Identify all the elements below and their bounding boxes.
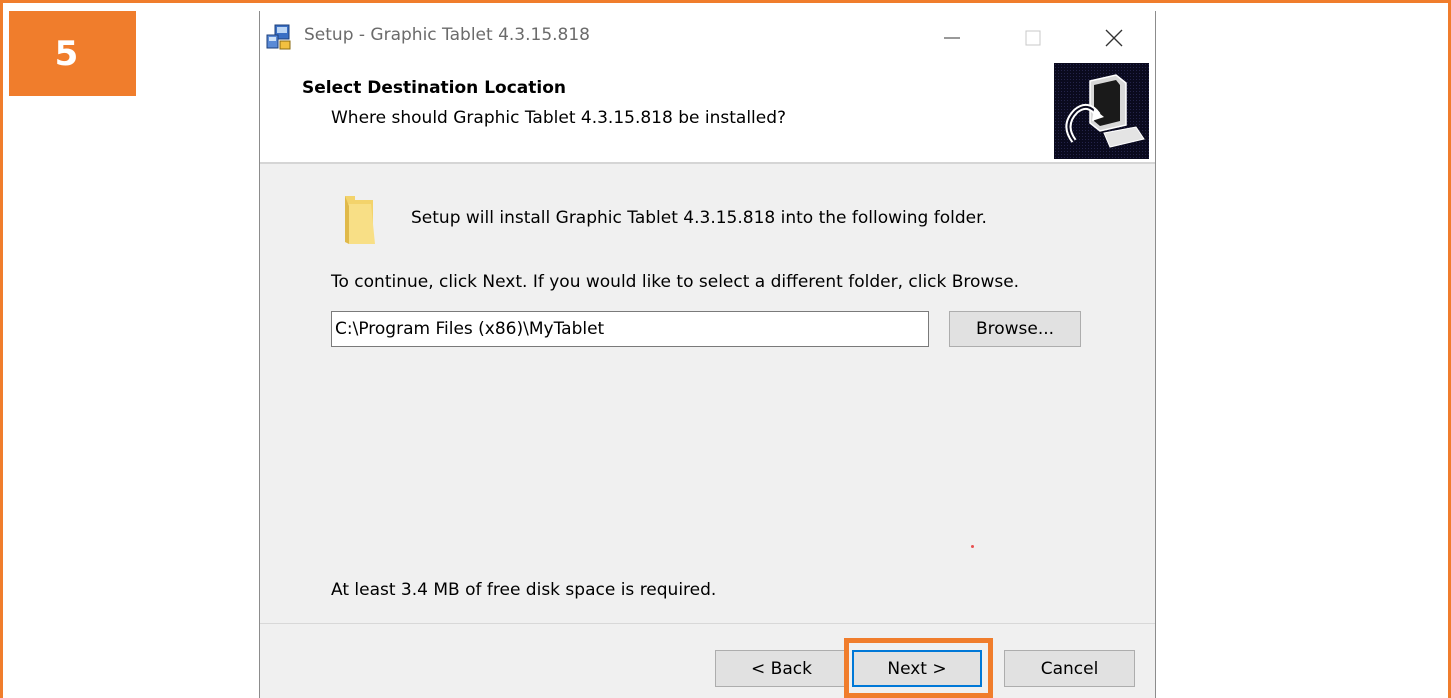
setup-app-icon <box>266 24 291 50</box>
minimize-icon[interactable] <box>939 25 965 51</box>
title-bar[interactable]: Setup - Graphic Tablet 4.3.15.818 <box>260 11 1155 63</box>
wizard-footer: < Back Next > Cancel <box>260 624 1155 698</box>
install-description: Setup will install Graphic Tablet 4.3.15… <box>411 208 987 228</box>
setup-window: Setup - Graphic Tablet 4.3.15.818 Select… <box>259 11 1156 698</box>
page-title: Select Destination Location <box>302 78 566 98</box>
continue-instructions: To continue, click Next. If you would li… <box>331 272 1020 292</box>
back-button[interactable]: < Back <box>715 650 848 687</box>
wizard-header: Select Destination Location Where should… <box>260 63 1155 162</box>
installer-computer-icon <box>1054 63 1149 159</box>
browse-button[interactable]: Browse... <box>949 311 1081 347</box>
folder-icon <box>345 196 375 244</box>
next-button[interactable]: Next > <box>852 650 982 687</box>
close-icon[interactable] <box>1101 25 1127 51</box>
page-subtitle: Where should Graphic Tablet 4.3.15.818 b… <box>331 108 787 128</box>
cursor-dot <box>971 545 974 548</box>
step-badge: 5 <box>9 11 136 96</box>
step-number: 5 <box>54 33 79 74</box>
destination-path-input[interactable] <box>331 311 929 347</box>
maximize-icon[interactable] <box>1020 25 1046 51</box>
cancel-button[interactable]: Cancel <box>1004 650 1135 687</box>
wizard-body: Setup will install Graphic Tablet 4.3.15… <box>260 164 1155 623</box>
disk-space-requirement: At least 3.4 MB of free disk space is re… <box>331 580 717 600</box>
window-title: Setup - Graphic Tablet 4.3.15.818 <box>304 25 590 45</box>
